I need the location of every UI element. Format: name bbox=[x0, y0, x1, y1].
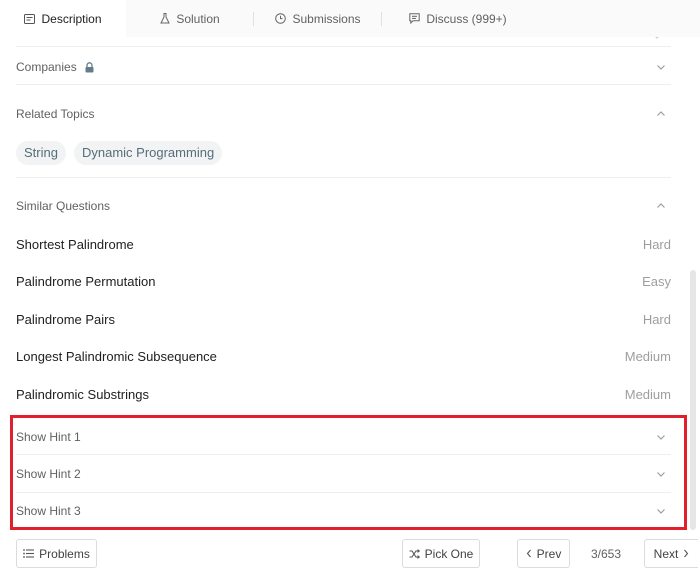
highlight-box bbox=[10, 415, 687, 530]
list-item[interactable]: Shortest Palindrome Hard bbox=[16, 233, 671, 255]
prev-button[interactable]: Prev bbox=[517, 539, 570, 568]
tab-bar: Description Solution Submissions Discuss… bbox=[0, 0, 700, 37]
tab-label: Discuss (999+) bbox=[426, 11, 507, 26]
description-panel: Companies Related Topics String Dynamic … bbox=[0, 37, 700, 530]
pick-one-label: Pick One bbox=[424, 546, 474, 561]
list-item[interactable]: Longest Palindromic Subsequence Medium bbox=[16, 345, 671, 367]
divider bbox=[16, 84, 671, 85]
problems-label: Problems bbox=[39, 546, 90, 561]
similar-questions-label: Similar Questions bbox=[16, 199, 111, 213]
prev-label: Prev bbox=[536, 546, 562, 561]
tab-discuss[interactable]: Discuss (999+) bbox=[382, 0, 534, 37]
question-title[interactable]: Palindrome Pairs bbox=[16, 312, 115, 327]
next-label: Next bbox=[653, 546, 679, 561]
difficulty-label: Hard bbox=[642, 311, 671, 327]
chevron-left-icon bbox=[526, 549, 532, 558]
chevron-down-icon bbox=[652, 37, 666, 45]
chevron-right-icon bbox=[683, 549, 689, 558]
question-title[interactable]: Palindromic Substrings bbox=[16, 387, 149, 402]
lock-icon bbox=[85, 61, 94, 73]
topic-tags: String Dynamic Programming bbox=[16, 141, 223, 165]
problems-button[interactable]: Problems bbox=[16, 539, 97, 568]
divider bbox=[16, 46, 671, 47]
companies-label: Companies bbox=[16, 60, 77, 74]
difficulty-label: Hard bbox=[642, 236, 671, 252]
tab-submissions[interactable]: Submissions bbox=[254, 0, 382, 37]
companies-label-group: Companies bbox=[16, 60, 94, 74]
list-item[interactable]: Palindrome Pairs Hard bbox=[16, 308, 671, 330]
comment-icon bbox=[409, 13, 421, 24]
tab-label: Solution bbox=[176, 11, 220, 26]
question-title[interactable]: Palindrome Permutation bbox=[16, 274, 155, 289]
pick-one-button[interactable]: Pick One bbox=[402, 539, 480, 568]
tab-solution[interactable]: Solution bbox=[126, 0, 254, 37]
difficulty-label: Medium bbox=[624, 348, 671, 364]
chevron-up-icon[interactable] bbox=[654, 199, 668, 213]
next-button[interactable]: Next bbox=[644, 539, 698, 568]
shuffle-icon bbox=[409, 548, 420, 559]
list-item[interactable]: Palindrome Permutation Easy bbox=[16, 270, 671, 292]
tab-label: Description bbox=[41, 11, 102, 26]
related-topics-label: Related Topics bbox=[16, 107, 95, 121]
question-title[interactable]: Shortest Palindrome bbox=[16, 237, 134, 252]
similar-questions-section-header[interactable]: Similar Questions bbox=[16, 195, 671, 217]
clock-icon bbox=[275, 13, 287, 24]
list-icon bbox=[23, 549, 35, 558]
related-topics-section-header[interactable]: Related Topics bbox=[16, 103, 671, 125]
topic-tag-string[interactable]: String bbox=[16, 141, 66, 165]
chevron-up-icon[interactable] bbox=[654, 107, 668, 121]
flask-icon bbox=[160, 13, 171, 24]
description-icon bbox=[24, 13, 36, 24]
chevron-down-icon[interactable] bbox=[654, 60, 668, 74]
page-counter: 3/653 bbox=[591, 547, 622, 561]
companies-section-header[interactable]: Companies bbox=[16, 56, 671, 78]
list-item[interactable]: Palindromic Substrings Medium bbox=[16, 383, 671, 405]
topic-tag-dynamic-programming[interactable]: Dynamic Programming bbox=[73, 141, 223, 165]
difficulty-label: Medium bbox=[624, 386, 671, 402]
divider bbox=[16, 177, 671, 178]
tab-description[interactable]: Description bbox=[0, 0, 126, 37]
footer-bar: Problems Pick One Prev 3/653 Next bbox=[0, 530, 700, 574]
tab-label: Submissions bbox=[292, 11, 361, 26]
scrollbar[interactable] bbox=[690, 270, 696, 530]
question-title[interactable]: Longest Palindromic Subsequence bbox=[16, 349, 217, 364]
difficulty-label: Easy bbox=[642, 273, 671, 289]
